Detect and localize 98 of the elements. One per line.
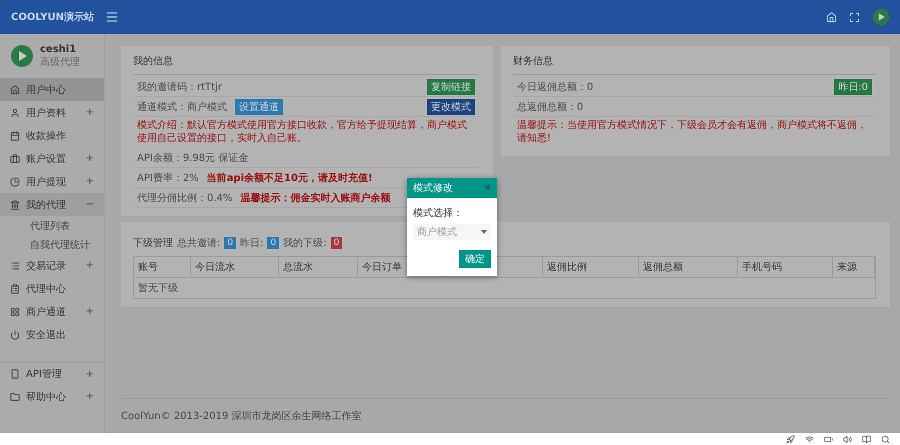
sidebar-label: 商户通道 — [26, 306, 66, 318]
sidebar-label: 帮助中心 — [26, 390, 66, 404]
calendar-icon — [10, 130, 20, 140]
phone-icon — [10, 369, 20, 379]
notice-text: 模式介绍：默认官方模式使用官方接口收款，官方给予提现结算，商户模式使用自己设置的接口，实时入自己账。 — [136, 118, 468, 146]
menu-icon[interactable] — [105, 10, 119, 24]
toggle-sign: + — [86, 368, 94, 380]
column-header: 来源 — [833, 257, 875, 278]
info-text: API费率：2% — [137, 172, 199, 184]
folder-icon — [10, 392, 20, 402]
info-text: 代理分佣比例：0.4% — [137, 192, 232, 204]
info-text: 今日返佣总额：0 — [516, 80, 594, 94]
sidebar-label: 安全退出 — [26, 328, 66, 342]
avatar-logo-icon — [10, 44, 34, 68]
toggle-sign: + — [86, 107, 94, 118]
home-icon — [10, 84, 20, 94]
caret-icon — [481, 230, 487, 234]
column-header: 总流水 — [279, 257, 358, 278]
sidebar-item[interactable]: 用户中心 — [0, 78, 104, 101]
toggle-sign: + — [86, 176, 94, 187]
info-text: 总返佣总额：0 — [516, 100, 584, 114]
clipboard-icon — [10, 284, 20, 294]
action-button[interactable]: 设置通道 — [235, 98, 283, 114]
warning-text: 当前api余额不足10元，请及时充值! — [206, 171, 372, 184]
sidebar-label: 交易记录 — [26, 260, 66, 272]
column-header: 返佣总额 — [639, 257, 738, 278]
warning-text: 温馨提示：佣金实时入账商户余额 — [240, 191, 390, 204]
info-text: API余额：9.98元 保证金 — [137, 152, 248, 164]
user-role: 高级代理 — [40, 56, 80, 68]
bank-icon — [10, 200, 20, 210]
action-button[interactable]: 昨日:0 — [834, 78, 872, 94]
stat-label: 我的下级: — [283, 236, 327, 250]
stat-label: 昨日: — [240, 237, 264, 250]
power-icon — [10, 330, 20, 340]
sidebar-item[interactable]: 我的代理 − — [0, 193, 104, 216]
sidebar-item[interactable]: 代理中心 — [0, 277, 104, 300]
speaker-icon[interactable] — [843, 434, 852, 444]
sidebar-label: 用户中心 — [26, 84, 66, 96]
battery-icon[interactable] — [824, 434, 833, 444]
grid-icon — [10, 306, 20, 316]
column-header: 账号 — [134, 257, 191, 278]
column-header: 返佣比例 — [543, 257, 639, 278]
sidebar-label: 收款操作 — [26, 130, 66, 142]
column-header: 手机号码 — [738, 257, 833, 278]
sidebar-subitem[interactable]: 代理列表 — [0, 216, 104, 235]
sidebar-item[interactable]: 收款操作 — [0, 124, 104, 147]
close-button[interactable]: × — [484, 182, 491, 194]
avatar-logo-icon[interactable] — [872, 8, 890, 26]
field-label: 模式选择： — [413, 206, 464, 220]
sidebar-label: 我的代理 — [26, 198, 66, 212]
card-title: 财务信息 — [512, 54, 876, 75]
sidebar-label: 用户提现 — [26, 176, 66, 188]
sidebar-item[interactable]: API管理 + — [0, 362, 104, 385]
card-title: 下级管理 — [133, 237, 173, 250]
stat-label: 总共邀请: — [177, 236, 220, 250]
sidebar-item[interactable]: 账户设置 + — [0, 147, 104, 170]
pie-chart-icon — [10, 176, 20, 186]
sidebar-item[interactable]: 交易记录 + — [0, 254, 104, 277]
toggle-sign: + — [86, 260, 94, 271]
info-text: 通道模式：商户模式 — [137, 100, 227, 114]
brand-title: COOLYUN演示站 — [10, 10, 95, 24]
sidebar-subitem[interactable]: 自我代理统计 — [0, 235, 104, 254]
card-title: 我的信息 — [133, 54, 479, 75]
toggle-sign: + — [86, 391, 94, 402]
list-icon — [10, 260, 20, 270]
column-header: 今日流水 — [191, 257, 279, 278]
sidebar-item[interactable]: 安全退出 — [0, 323, 104, 346]
search-icon[interactable] — [881, 434, 890, 444]
toggle-sign: + — [86, 153, 94, 164]
action-button[interactable]: 更改模式 — [426, 98, 475, 114]
sidebar-item[interactable]: 用户资料 + — [0, 101, 104, 124]
empty-row-text: 暂无下级 — [137, 282, 179, 296]
dialog-title: 模式修改 — [413, 182, 453, 195]
action-button[interactable]: 复制链接 — [426, 78, 475, 94]
toggle-sign: − — [86, 199, 94, 210]
info-text: 我的邀请码：rtTtjr — [137, 80, 222, 94]
count-badge: 0 — [330, 237, 342, 249]
briefcase-icon — [10, 154, 20, 164]
sidebar-item[interactable]: 帮助中心 + — [0, 385, 104, 408]
sidebar-item[interactable]: 用户提现 + — [0, 170, 104, 193]
confirm-button[interactable]: 确定 — [459, 250, 491, 268]
footer-text: CoolYun© 2013-2019 深圳市龙岗区余生网络工作室 — [121, 398, 890, 433]
sidebar-label: API管理 — [26, 368, 62, 381]
count-badge: 0 — [224, 237, 236, 249]
count-badge: 0 — [267, 237, 280, 249]
user-icon — [10, 108, 20, 118]
wifi-icon[interactable] — [805, 434, 814, 444]
book-icon[interactable] — [862, 434, 871, 444]
sidebar-label: 用户资料 — [26, 106, 66, 120]
rocket-icon[interactable] — [786, 434, 795, 444]
user-name: ceshi1 — [40, 44, 78, 54]
home-icon[interactable] — [826, 12, 837, 22]
sidebar-label: 账户设置 — [26, 152, 66, 166]
notice-text: 温馨提示：当使用官方模式情况下，下级会员才会有返佣，商户模式将不返佣，请知悉! — [516, 118, 868, 146]
sidebar-item[interactable]: 商户通道 + — [0, 300, 104, 323]
sidebar-label: 代理中心 — [26, 282, 66, 296]
toggle-sign: + — [86, 306, 94, 317]
fullscreen-icon[interactable] — [849, 12, 860, 22]
